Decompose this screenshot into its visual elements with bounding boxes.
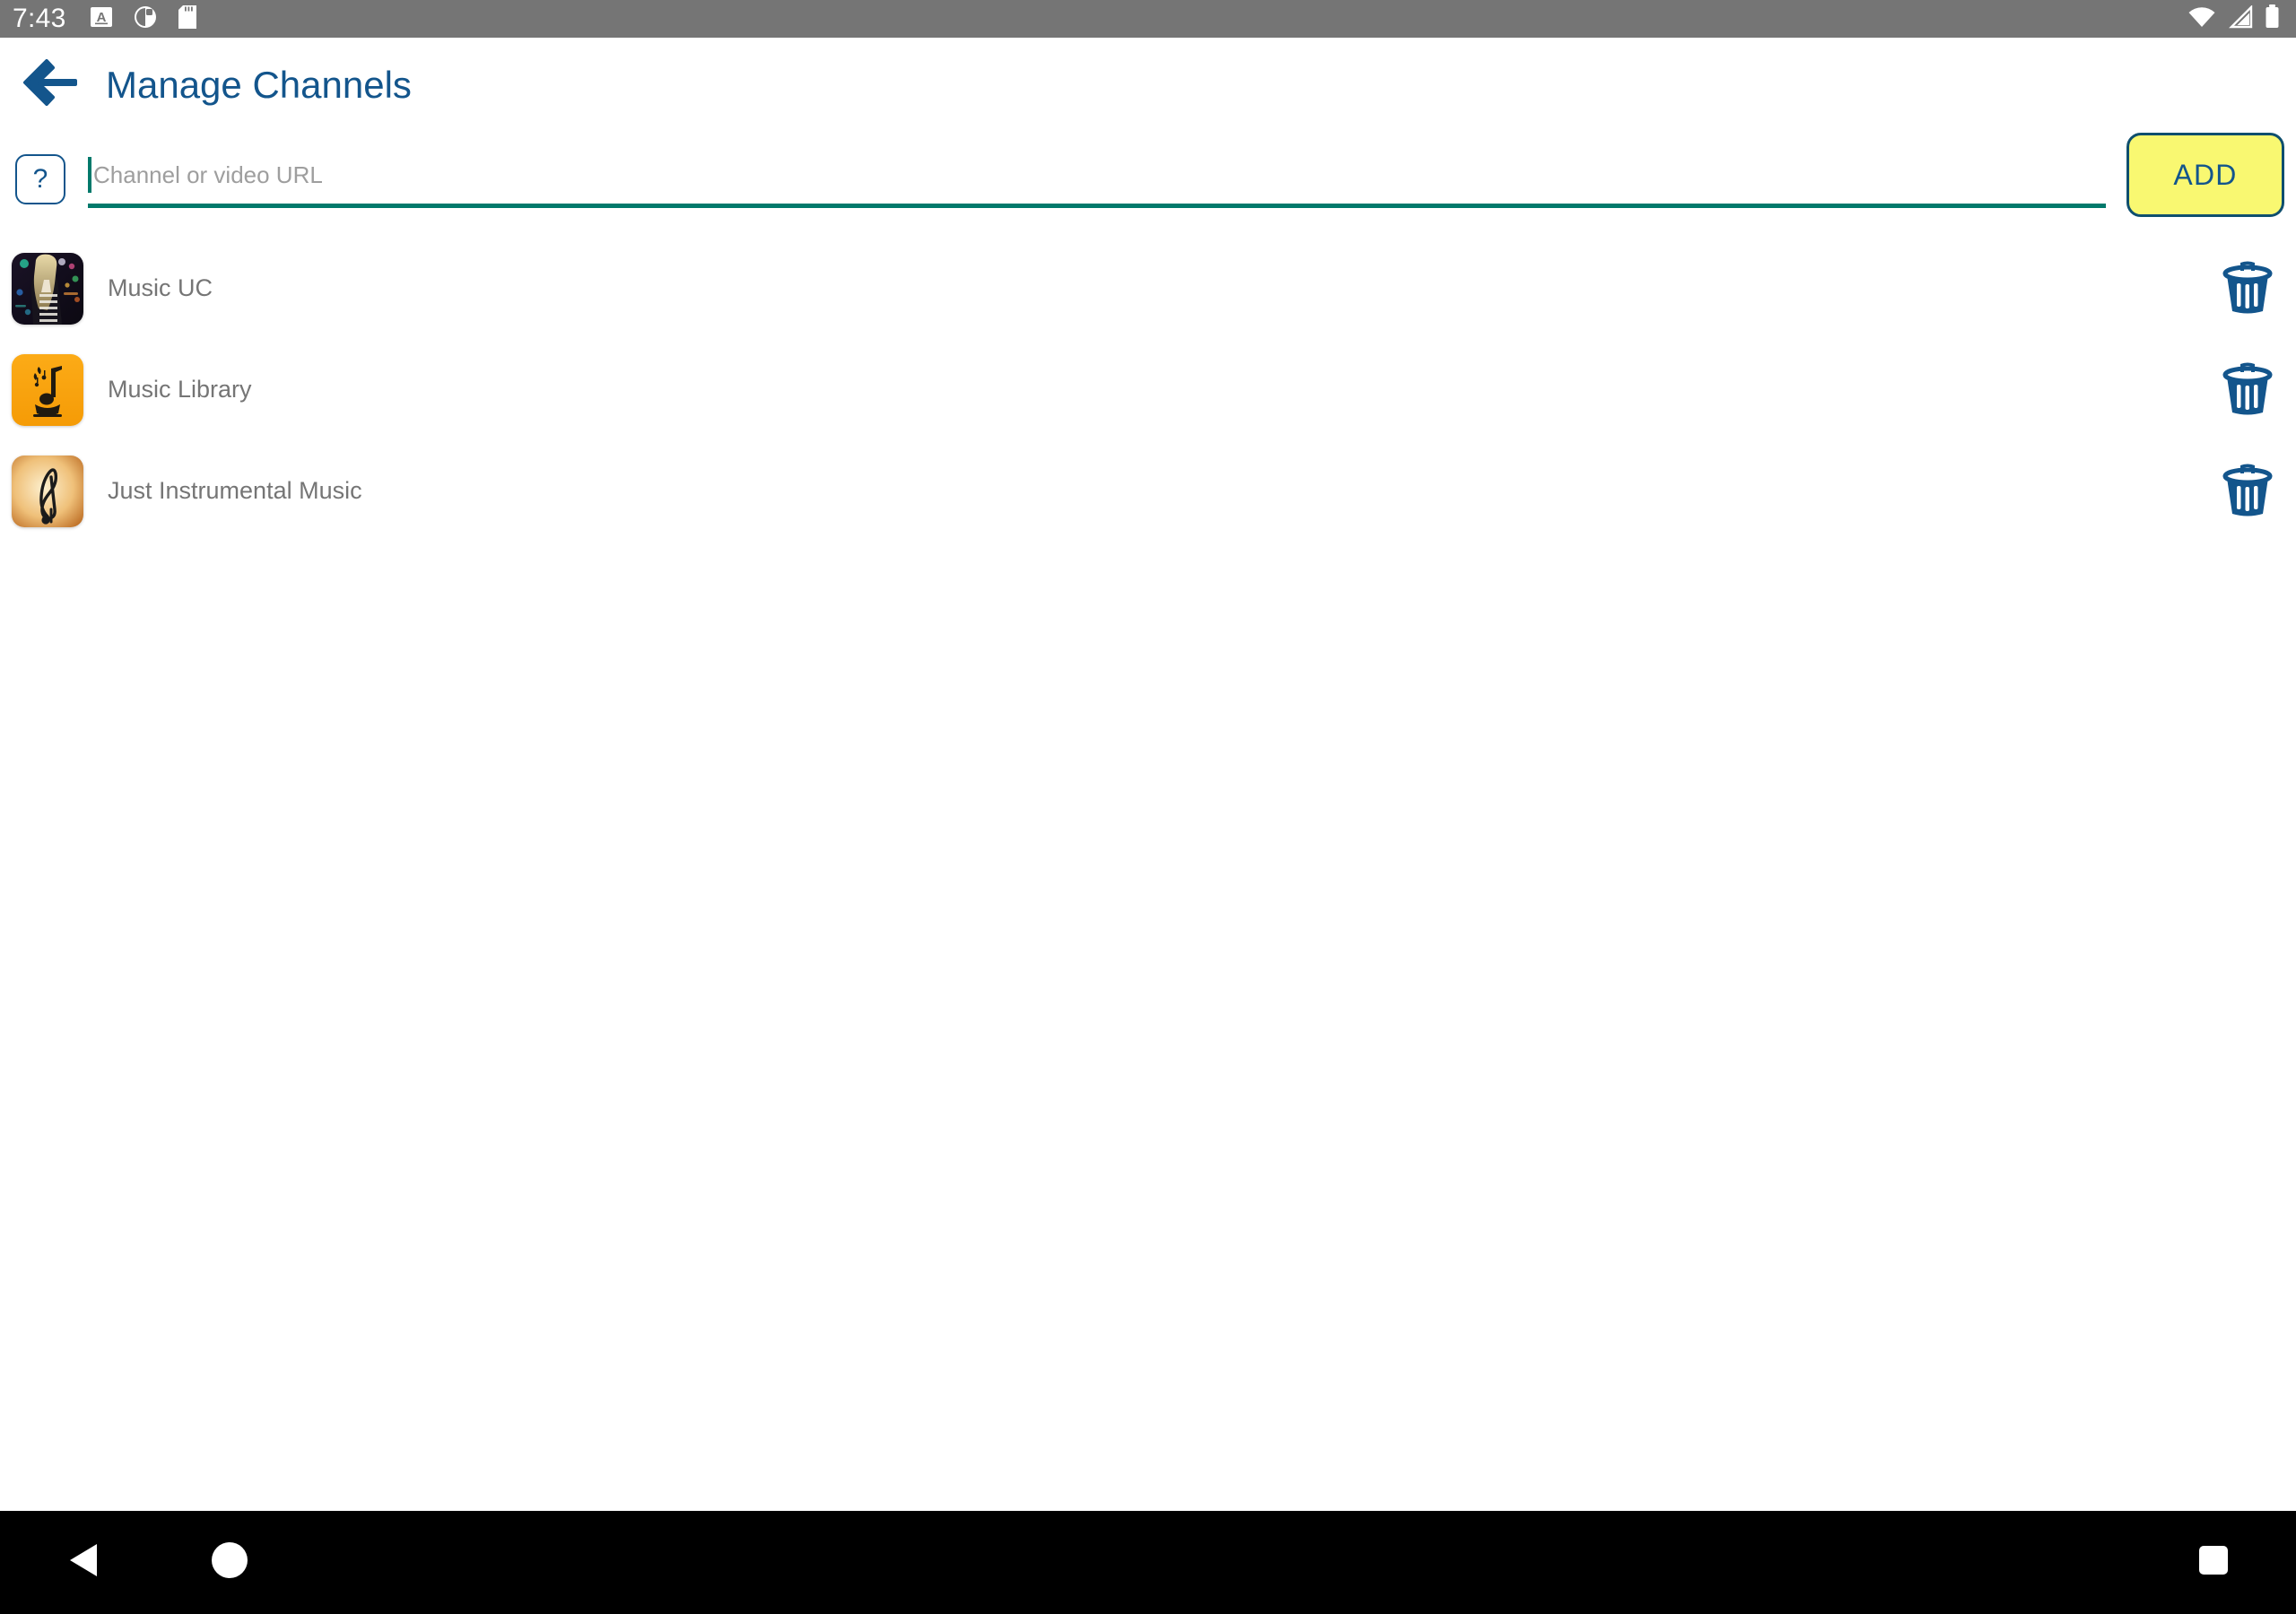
channel-row[interactable]: Music Library xyxy=(0,339,2296,440)
url-input-placeholder: Channel or video URL xyxy=(93,161,323,188)
status-bar-right-icons xyxy=(2187,4,2280,33)
trash-icon xyxy=(2222,360,2274,419)
svg-text:A: A xyxy=(96,10,106,25)
text-caret xyxy=(88,157,91,193)
back-button[interactable] xyxy=(7,42,93,128)
circle-home-icon xyxy=(210,1540,249,1584)
channel-name: Just Instrumental Music xyxy=(108,477,362,504)
url-input[interactable]: Channel or video URL xyxy=(88,150,2106,211)
delete-channel-button[interactable] xyxy=(2219,361,2276,419)
channel-list: Music UC Music Library Just Instrumental… xyxy=(0,238,2296,542)
channel-name: Music UC xyxy=(108,274,213,301)
caption-a-icon: A xyxy=(90,5,113,33)
nav-back-button[interactable] xyxy=(30,1511,137,1614)
status-bar-left-icons: A xyxy=(90,4,197,34)
delete-channel-button[interactable] xyxy=(2219,260,2276,317)
status-bar-clock: 7:43 xyxy=(13,4,66,33)
arrow-left-icon xyxy=(22,58,78,111)
cellular-signal-icon xyxy=(2228,4,2253,33)
page-title: Manage Channels xyxy=(106,63,412,106)
channel-row[interactable]: Music UC xyxy=(0,238,2296,339)
help-button[interactable]: ? xyxy=(15,154,65,204)
add-channel-row: ? Channel or video URL xyxy=(0,132,2296,226)
channel-thumbnail xyxy=(12,252,83,325)
channel-thumbnail xyxy=(12,455,83,527)
sd-card-icon xyxy=(178,4,197,34)
square-recents-icon xyxy=(2197,1544,2230,1581)
do-not-disturb-icon xyxy=(133,4,158,34)
wifi-icon xyxy=(2187,5,2216,33)
nav-recents-button[interactable] xyxy=(2160,1511,2267,1614)
trash-icon xyxy=(2222,462,2274,520)
channel-row[interactable]: Just Instrumental Music xyxy=(0,440,2296,542)
delete-channel-button[interactable] xyxy=(2219,463,2276,520)
nav-home-button[interactable] xyxy=(176,1511,283,1614)
url-input-underline xyxy=(88,204,2106,208)
triangle-left-icon xyxy=(66,1541,100,1584)
trash-icon xyxy=(2222,259,2274,317)
channel-thumbnail xyxy=(12,353,83,426)
add-button[interactable]: ADD xyxy=(2126,133,2284,217)
app-title-bar: Manage Channels xyxy=(0,38,2296,132)
battery-icon xyxy=(2265,4,2280,33)
status-bar: 7:43 A xyxy=(0,0,2296,38)
system-navigation-bar xyxy=(0,1511,2296,1614)
channel-name: Music Library xyxy=(108,376,252,403)
